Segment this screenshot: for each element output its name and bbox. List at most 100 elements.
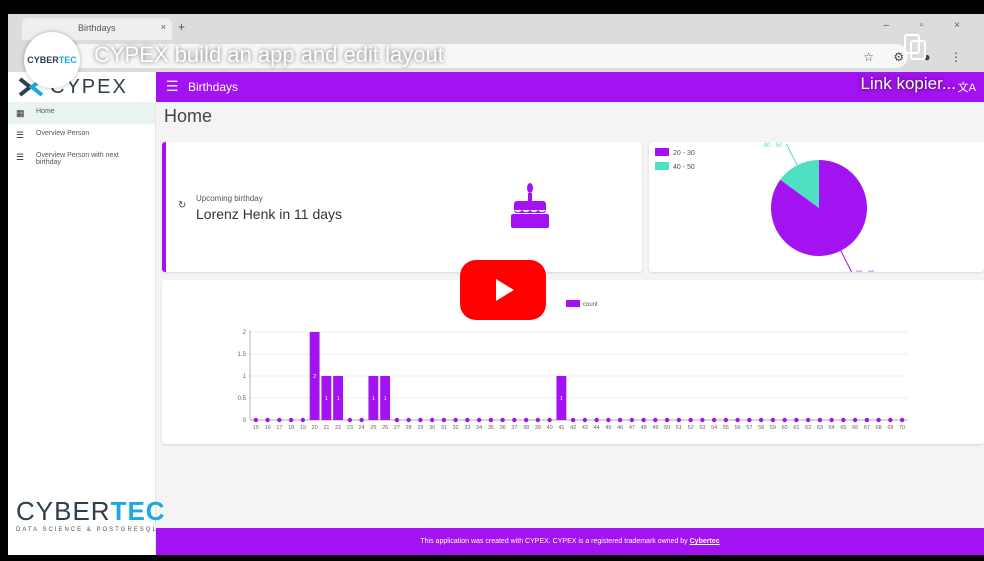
age-group-pie-chart: 20 - 30 40 - 50 40 - 50 20 - 30 <box>655 143 875 277</box>
zero-marker <box>606 417 611 423</box>
x-tick-label: 43 <box>582 425 588 431</box>
x-tick-label: 42 <box>570 425 576 431</box>
x-tick-label: 26 <box>382 425 388 431</box>
zero-marker <box>617 417 623 423</box>
translate-icon[interactable]: 文A <box>958 79 976 95</box>
x-tick-label: 68 <box>876 425 882 431</box>
copy-link-icon[interactable] <box>904 34 926 60</box>
zero-marker <box>476 417 482 423</box>
zero-marker <box>805 417 811 423</box>
zero-marker <box>641 417 646 423</box>
zero-marker <box>723 417 729 423</box>
play-button[interactable] <box>460 260 546 320</box>
x-tick-label: 35 <box>488 425 494 431</box>
play-icon <box>496 279 514 301</box>
zero-marker <box>782 417 787 423</box>
legend-label: count <box>583 302 598 308</box>
x-tick-label: 44 <box>594 425 600 431</box>
bar-data-label: 1 <box>337 396 340 402</box>
zero-marker <box>265 417 270 423</box>
zero-marker <box>441 417 447 423</box>
x-tick-label: 40 <box>547 425 553 431</box>
y-tick-label: 1 <box>243 374 247 380</box>
zero-marker <box>700 417 705 423</box>
y-tick-label: 2 <box>243 330 247 336</box>
pie-slice-label: 20 - 30 <box>856 271 875 272</box>
age-count-bar-chart: count 0 0.5 1 1.5 2 15 16 17 18 19 2 20 1 21 1 22 23 24 1 25… <box>238 300 908 431</box>
sidebar-item-label: Overview Person with next birthday <box>36 152 119 166</box>
x-tick-label: 15 <box>253 425 259 431</box>
sidebar-item-overview-next-birthday[interactable]: ☰ Overview Person with next birthday <box>8 146 155 172</box>
x-tick-label: 57 <box>746 425 752 431</box>
zero-marker <box>523 417 529 423</box>
zero-marker <box>829 417 834 423</box>
x-tick-label: 49 <box>652 425 658 431</box>
zero-marker <box>735 417 740 423</box>
zero-marker <box>711 417 717 423</box>
sidebar-item-home[interactable]: ▦ Home <box>8 102 155 124</box>
x-tick-label: 29 <box>417 425 423 431</box>
x-tick-label: 65 <box>840 425 846 431</box>
sidebar-item-overview-person[interactable]: ☰ Overview Person <box>8 124 155 146</box>
new-tab-button[interactable]: + <box>178 20 185 34</box>
x-tick-label: 63 <box>817 425 823 431</box>
zero-marker <box>500 417 505 423</box>
x-tick-label: 56 <box>735 425 741 431</box>
zero-marker <box>535 417 541 423</box>
zero-marker <box>899 417 905 423</box>
cybertec-logo-accent: TEC <box>110 496 166 526</box>
x-tick-label: 38 <box>523 425 529 431</box>
x-tick-label: 34 <box>476 425 482 431</box>
list-icon: ☰ <box>16 152 25 162</box>
x-tick-label: 30 <box>429 425 435 431</box>
video-title[interactable]: CYPEX build an app and edit layout <box>94 42 444 68</box>
copy-link-label[interactable]: Link kopier... <box>861 74 956 94</box>
x-tick-label: 50 <box>664 425 670 431</box>
zero-marker <box>453 417 458 423</box>
pie-label-line <box>840 250 853 273</box>
legend-swatch <box>566 300 580 307</box>
x-tick-label: 36 <box>500 425 506 431</box>
pie-chart-card: 20 - 30 40 - 50 40 - 50 20 - 30 <box>649 142 984 277</box>
zero-marker <box>418 417 423 423</box>
x-tick-label: 32 <box>453 425 459 431</box>
zero-marker <box>629 417 635 423</box>
bar-chart-card: count 0 0.5 1 1.5 2 15 16 17 18 19 2 20 1 21 1 22 23 24 1 25… <box>162 280 984 444</box>
x-tick-label: 41 <box>558 425 564 431</box>
zero-marker <box>852 417 858 423</box>
video-player-frame: Birthdays × + – ▫ × ☆ ⚙ ● ⋮ CYPEX ☰ Birt… <box>0 0 984 561</box>
zero-marker <box>841 417 846 423</box>
x-tick-label: 17 <box>276 425 282 431</box>
zero-marker <box>277 417 282 423</box>
x-tick-label: 16 <box>265 425 271 431</box>
x-tick-label: 22 <box>335 425 341 431</box>
zero-marker <box>406 417 411 423</box>
bar-data-label: 1 <box>560 396 563 402</box>
zero-marker <box>594 417 599 423</box>
legend-label: 20 - 30 <box>673 150 695 157</box>
x-tick-label: 48 <box>641 425 647 431</box>
page-title: Home <box>164 106 213 126</box>
x-tick-label: 69 <box>887 425 893 431</box>
footer-link[interactable]: Cybertec <box>690 538 720 545</box>
refresh-icon[interactable]: ↻ <box>178 200 186 211</box>
x-tick-label: 25 <box>370 425 376 431</box>
x-tick-label: 21 <box>323 425 329 431</box>
sidebar-item-label: Overview Person <box>36 130 90 137</box>
pie-slice-label: 40 - 50 <box>764 143 783 149</box>
menu-icon[interactable]: ☰ <box>166 78 179 95</box>
window-controls[interactable]: – ▫ × <box>883 20 974 31</box>
x-tick-label: 51 <box>676 425 682 431</box>
dashboard-icon: ▦ <box>16 108 25 118</box>
zero-marker <box>876 417 881 423</box>
x-tick-label: 70 <box>899 425 905 431</box>
x-tick-label: 33 <box>464 425 470 431</box>
video-content[interactable]: Birthdays × + – ▫ × ☆ ⚙ ● ⋮ CYPEX ☰ Birt… <box>8 14 984 555</box>
tab-close-icon[interactable]: × <box>161 22 166 32</box>
channel-avatar[interactable]: CYBER TEC <box>24 32 80 88</box>
avatar-main-text: CYBER <box>27 55 59 65</box>
zero-marker <box>664 417 670 423</box>
avatar-accent-text: TEC <box>58 55 77 65</box>
upcoming-birthday-card: ↻ Upcoming birthday Lorenz Henk in 11 da… <box>162 142 642 272</box>
zero-marker <box>488 417 494 423</box>
